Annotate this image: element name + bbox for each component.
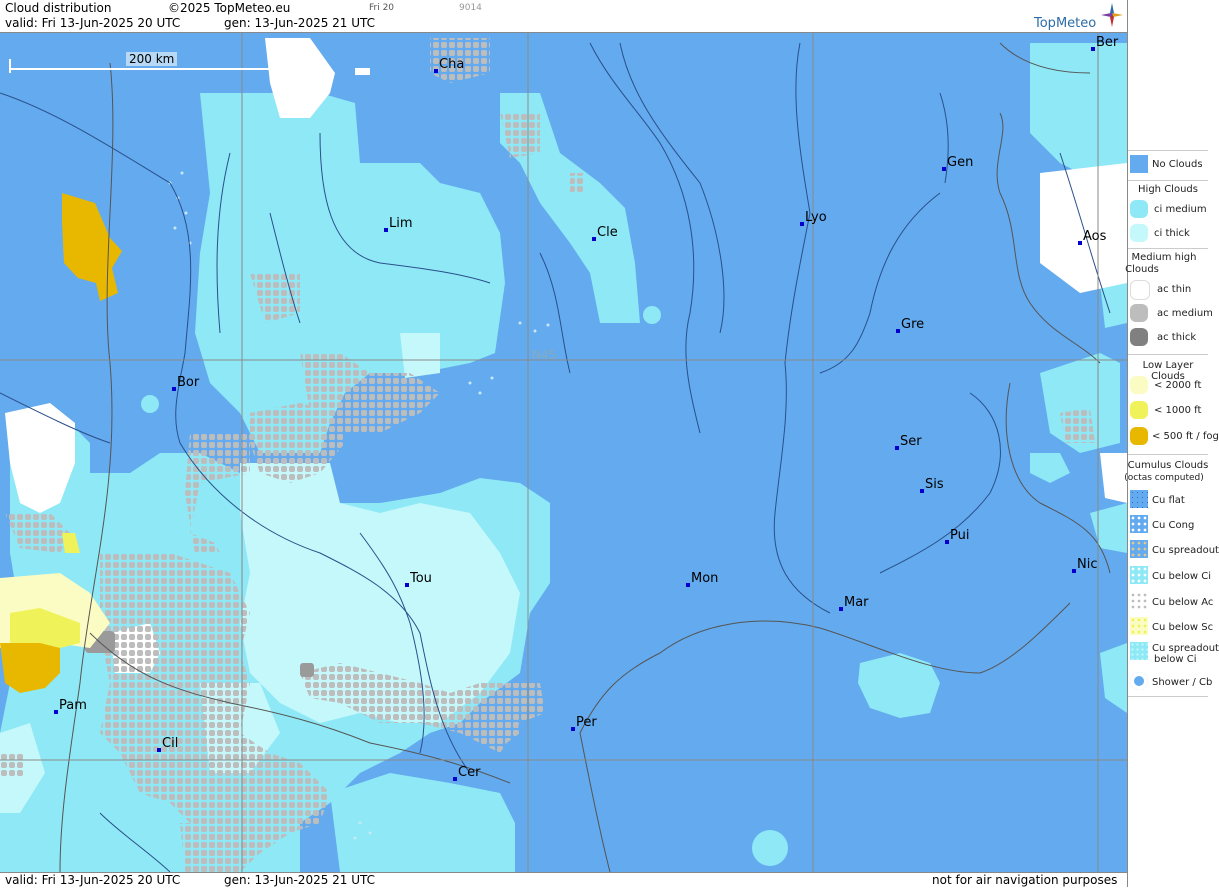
brand-logo: TopMeteo	[1034, 16, 1097, 31]
city-marker	[895, 446, 899, 450]
legend-shower: Shower / Cb	[1152, 677, 1213, 688]
city-label: Sis	[925, 477, 944, 492]
cu-spread-swatch	[1130, 540, 1148, 558]
legend-high-clouds: High Clouds	[1138, 184, 1198, 195]
city-label: Mar	[844, 595, 869, 610]
footer-disclaimer: not for air navigation purposes	[932, 873, 1118, 887]
city-label: Lyo	[805, 210, 827, 225]
legend-lt500: < 500 ft / fog	[1152, 431, 1219, 442]
legend-cu-spread-ci-1: Cu spreadout	[1152, 643, 1219, 654]
city-label: Aos	[1083, 229, 1107, 244]
legend-ac-thick: ac thick	[1157, 332, 1197, 343]
lt500-swatch	[1130, 427, 1148, 445]
cu-cong-swatch	[1130, 515, 1148, 533]
cu-below-ac-swatch	[1130, 592, 1148, 610]
city-marker	[1091, 47, 1095, 51]
copyright: ©2025 TopMeteo.eu	[168, 1, 291, 15]
compass-logo-icon	[1101, 3, 1123, 27]
city-marker	[896, 329, 900, 333]
city-marker	[920, 489, 924, 493]
city-label: Cha	[439, 57, 464, 72]
city-label: Gre	[901, 317, 924, 332]
cu-spread-ci-swatch	[1130, 642, 1148, 660]
city-marker	[800, 222, 804, 226]
cu-below-ci-swatch	[1130, 566, 1148, 584]
city-marker	[434, 69, 438, 73]
city-label: Pam	[59, 698, 87, 713]
legend-medium-high-2: Clouds	[1125, 264, 1159, 275]
legend-panel: No Clouds High Clouds ci medium ci thick…	[1124, 0, 1219, 887]
city-marker	[942, 167, 946, 171]
cu-flat-swatch	[1130, 490, 1148, 508]
ci-thick-swatch	[1130, 224, 1148, 242]
generated-time: gen: 13-Jun-2025 21 UTC	[224, 16, 376, 30]
ac-thick-swatch	[1130, 328, 1148, 346]
legend-cu-cong: Cu Cong	[1152, 520, 1195, 531]
legend-lt1000: < 1000 ft	[1154, 405, 1202, 416]
shower-swatch	[1130, 672, 1148, 690]
latitude-label: N45	[532, 348, 556, 362]
valid-time: valid: Fri 13-Jun-2025 20 UTC	[5, 16, 181, 30]
city-marker	[172, 387, 176, 391]
city-label: Ser	[900, 434, 922, 449]
scale-label: 200 km	[126, 52, 178, 66]
ac-medium-swatch	[1130, 304, 1148, 322]
city-marker	[839, 607, 843, 611]
city-label: Cle	[597, 225, 618, 240]
city-label: Tou	[409, 571, 432, 586]
legend-cu-flat: Cu flat	[1152, 495, 1185, 506]
map-header: Cloud distribution ©2025 TopMeteo.eu Fri…	[0, 0, 1127, 33]
city-label: Cer	[458, 765, 481, 780]
city-marker	[945, 540, 949, 544]
legend-medium-high-1: Medium high	[1131, 252, 1197, 263]
ci-medium-swatch	[1130, 200, 1148, 218]
cu-below-sc-swatch	[1130, 617, 1148, 635]
city-label: Cil	[162, 736, 178, 751]
city-marker	[592, 237, 596, 241]
legend-ac-medium: ac medium	[1157, 308, 1213, 319]
cloud-map[interactable]: N45 Cha Ber Lim Cle Lyo Gen Aos Gre Bor Ser Sis Pui…	[0, 33, 1127, 872]
city-label: Ber	[1096, 35, 1119, 50]
city-label: Nic	[1077, 557, 1097, 572]
city-marker	[571, 727, 575, 731]
legend-cu-spread-ci-2: below Ci	[1154, 654, 1197, 665]
footer-generated-time: gen: 13-Jun-2025 21 UTC	[224, 873, 376, 887]
city-label: Mon	[691, 571, 718, 586]
lt1000-swatch	[1130, 401, 1148, 419]
frame-code: 9014	[459, 3, 482, 13]
city-marker	[686, 583, 690, 587]
no-clouds-swatch	[1130, 155, 1148, 173]
city-marker	[1078, 241, 1082, 245]
legend-cu-below-ci: Cu below Ci	[1152, 571, 1212, 582]
legend-lt2000: < 2000 ft	[1154, 380, 1202, 391]
legend-cu-below-sc: Cu below Sc	[1152, 622, 1214, 633]
legend-cumulus-1: Cumulus Clouds	[1127, 460, 1209, 471]
city-marker	[405, 583, 409, 587]
legend-ci-medium: ci medium	[1154, 204, 1207, 215]
city-marker	[157, 748, 161, 752]
frame-label: Fri 20	[369, 3, 395, 13]
city-label: Bor	[177, 375, 200, 390]
city-label: Per	[576, 715, 597, 730]
ac-thin-swatch	[1130, 280, 1150, 300]
legend-ci-thick: ci thick	[1154, 228, 1190, 239]
footer-valid-time: valid: Fri 13-Jun-2025 20 UTC	[5, 873, 181, 887]
lt2000-swatch	[1130, 376, 1148, 394]
legend-ac-thin: ac thin	[1157, 284, 1192, 295]
city-label: Lim	[389, 216, 413, 231]
city-label: Gen	[947, 155, 973, 170]
legend-cumulus-2: (octas computed)	[1124, 473, 1204, 483]
city-label: Pui	[950, 528, 969, 543]
map-footer: valid: Fri 13-Jun-2025 20 UTC gen: 13-Ju…	[0, 872, 1127, 888]
city-marker	[453, 777, 457, 781]
city-marker	[1072, 569, 1076, 573]
legend-cu-below-ac: Cu below Ac	[1152, 597, 1214, 608]
map-title: Cloud distribution	[5, 1, 112, 15]
legend-no-clouds: No Clouds	[1152, 159, 1203, 170]
city-marker	[384, 228, 388, 232]
city-marker	[54, 710, 58, 714]
legend-cu-spread: Cu spreadout	[1152, 545, 1219, 556]
